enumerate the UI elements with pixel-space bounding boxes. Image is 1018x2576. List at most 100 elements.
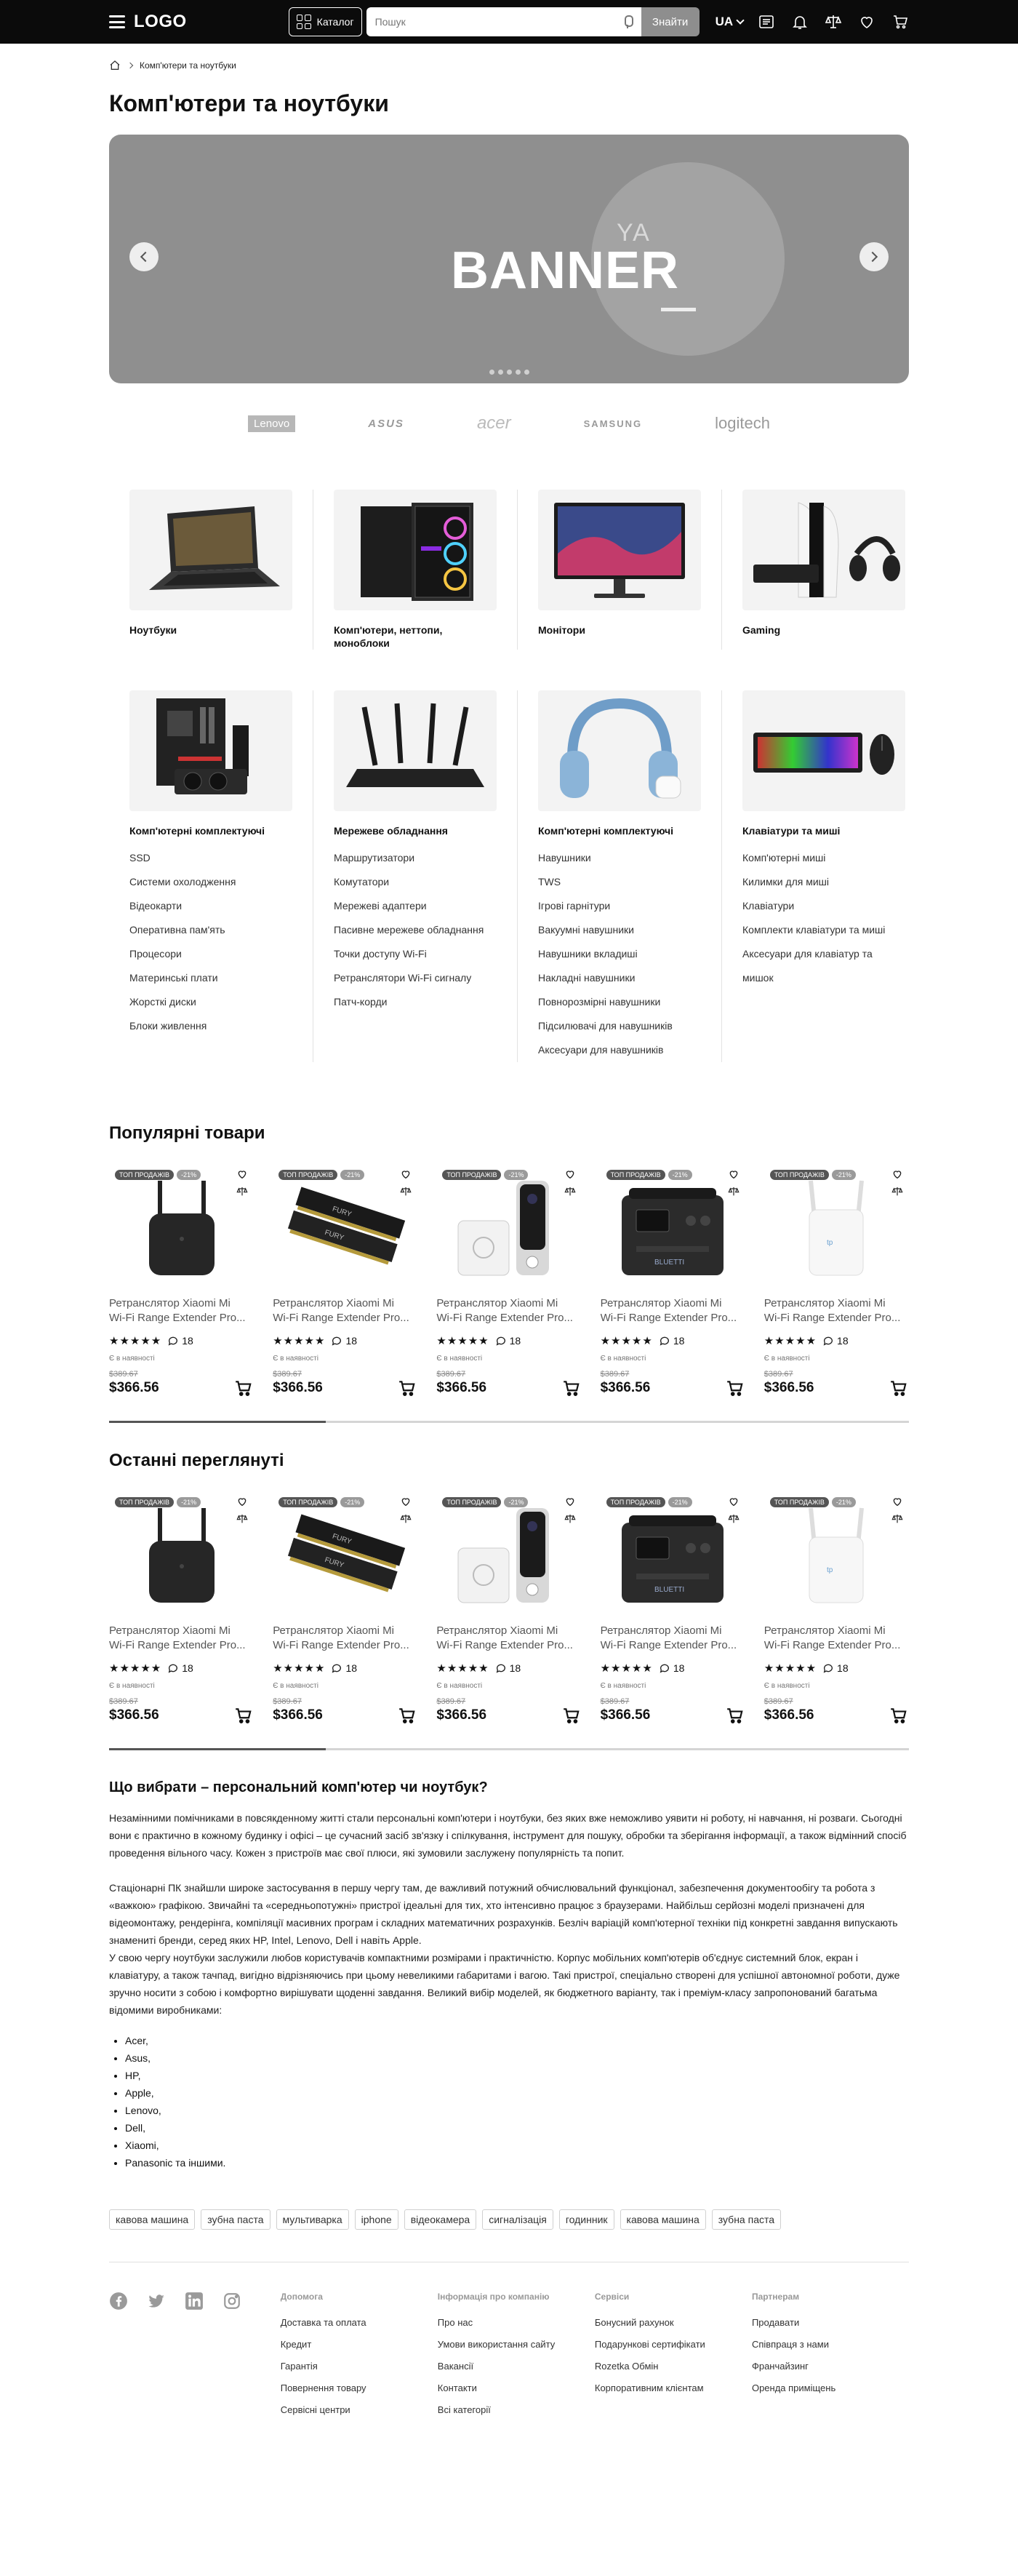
banner-dot[interactable] [506,370,512,375]
product-image[interactable]: FURY FURY [273,1167,417,1289]
add-to-cart-icon[interactable] [889,1706,909,1725]
microphone-icon[interactable] [622,15,633,29]
brand-asus[interactable]: ASUS [368,418,404,430]
brand-acer[interactable]: acer [477,413,511,434]
subcategory-link[interactable]: Вакуумні навушники [538,918,701,942]
add-to-cart-icon[interactable] [561,1706,582,1725]
brand-logitech[interactable]: logitech [715,414,770,433]
carousel-scrollbar[interactable] [109,1748,909,1750]
heart-icon[interactable] [728,1496,740,1507]
product-name[interactable]: Ретранслятор Xiaomi Mi Wi-Fi Range Exten… [436,1624,581,1653]
logo[interactable]: LOGO [134,12,187,32]
scales-icon[interactable] [728,1513,740,1525]
subcategory-link[interactable]: Пасивне мережеве обладнання [334,918,497,942]
tag-chip[interactable]: кавова машина [109,2209,196,2230]
brand-lenovo[interactable]: Lenovo [248,415,296,432]
scales-icon[interactable] [400,1513,412,1525]
banner-next-button[interactable] [859,242,889,271]
subcategory-link[interactable]: Комутатори [334,870,497,894]
footer-link[interactable]: Франчайзинг [752,2356,909,2377]
product-card[interactable]: ТОП ПРОДАЖІВ -21% BLUETTI Ретранслятор X… [601,1494,745,1725]
scales-icon[interactable] [564,1186,576,1197]
subcategory-link[interactable]: SSD [129,846,292,870]
add-to-cart-icon[interactable] [397,1379,417,1397]
scales-icon[interactable] [400,1186,412,1197]
footer-link[interactable]: Rozetka Обмін [595,2356,752,2377]
review-count[interactable]: 18 [331,1662,357,1674]
promo-banner[interactable]: YA BANNER [109,135,909,383]
footer-link[interactable]: Бонусний рахунок [595,2312,752,2334]
footer-link[interactable]: Доставка та оплата [281,2312,438,2334]
product-name[interactable]: Ретранслятор Xiaomi Mi Wi-Fi Range Exten… [436,1296,581,1325]
subcategory-link[interactable]: Ретранслятори Wi-Fi сигналу [334,966,497,990]
bell-icon[interactable] [791,13,809,31]
heart-icon[interactable] [891,1496,903,1507]
menu-icon[interactable] [109,15,125,28]
footer-link[interactable]: Сервісні центри [281,2399,438,2421]
product-name[interactable]: Ретранслятор Xiaomi Mi Wi-Fi Range Exten… [109,1296,254,1325]
subcategory-link[interactable]: Аксесуари для клавіатур та мишок [742,942,905,990]
heart-icon[interactable] [564,1168,576,1180]
product-image[interactable] [109,1494,254,1616]
heart-icon[interactable] [858,13,875,31]
subcategory-link[interactable]: Комп'ютерні миші [742,846,905,870]
banner-dot[interactable] [497,370,503,375]
product-image[interactable]: BLUETTI [601,1494,745,1616]
scales-icon[interactable] [891,1513,903,1525]
twitter-icon[interactable] [147,2292,166,2310]
subcategory-link[interactable]: Маршрутизатори [334,846,497,870]
category-card[interactable]: Клавіатури та миші Комп'ютерні миші Кили… [721,690,926,1062]
subcategory-link[interactable]: Відеокарти [129,894,292,918]
product-image[interactable] [109,1167,254,1289]
scales-icon[interactable] [236,1186,248,1197]
product-image[interactable]: tp [764,1167,909,1289]
add-to-cart-icon[interactable] [725,1706,745,1725]
banner-dot[interactable] [489,370,494,375]
footer-link[interactable]: Продавати [752,2312,909,2334]
category-card[interactable]: Мережеве обладнання Маршрутизатори Комут… [313,690,517,1062]
carousel-scrollbar[interactable] [109,1421,909,1423]
scales-icon[interactable] [236,1513,248,1525]
product-name[interactable]: Ретранслятор Xiaomi Mi Wi-Fi Range Exten… [273,1624,417,1653]
scales-icon[interactable] [564,1513,576,1525]
banner-dot[interactable] [524,370,529,375]
brand-samsung[interactable]: SAMSUNG [584,418,642,429]
subcategory-link[interactable]: Точки доступу Wi-Fi [334,942,497,966]
linkedin-icon[interactable] [185,2292,204,2310]
heart-icon[interactable] [891,1168,903,1180]
footer-link[interactable]: Всі категорії [438,2399,595,2421]
cart-icon[interactable] [891,13,909,31]
subcategory-link[interactable]: Аксесуари для навушників [538,1038,701,1062]
heart-icon[interactable] [236,1496,248,1507]
review-count[interactable]: 18 [167,1662,193,1674]
product-name[interactable]: Ретранслятор Xiaomi Mi Wi-Fi Range Exten… [601,1296,745,1325]
product-image[interactable]: tp [764,1494,909,1616]
footer-link[interactable]: Умови використання сайту [438,2334,595,2356]
language-selector[interactable]: UA [716,15,745,29]
subcategory-link[interactable]: Материнські плати [129,966,292,990]
product-name[interactable]: Ретранслятор Xiaomi Mi Wi-Fi Range Exten… [764,1624,909,1653]
tag-chip[interactable]: відеокамера [404,2209,477,2230]
product-card[interactable]: ТОП ПРОДАЖІВ -21% FURY FURY Ретранслятор … [273,1167,417,1397]
subcategory-link[interactable]: Навушники вкладиші [538,942,701,966]
catalog-button[interactable]: Каталог [288,7,362,36]
subcategory-link[interactable]: Блоки живлення [129,1014,292,1038]
category-card[interactable]: Ноутбуки [109,490,313,650]
footer-link[interactable]: Повернення товару [281,2377,438,2399]
tag-chip[interactable]: кавова машина [620,2209,706,2230]
footer-link[interactable]: Корпоративним клієнтам [595,2377,752,2399]
category-card[interactable]: Gaming [721,490,926,650]
product-name[interactable]: Ретранслятор Xiaomi Mi Wi-Fi Range Exten… [109,1624,254,1653]
search-button[interactable]: Знайти [641,7,700,36]
product-image[interactable]: FURY FURY [273,1494,417,1616]
category-card[interactable]: Комп'ютерні комплектуючі SSD Системи охо… [109,690,313,1062]
footer-link[interactable]: Про нас [438,2312,595,2334]
review-count[interactable]: 18 [167,1335,193,1347]
subcategory-link[interactable]: Ігрові гарнітури [538,894,701,918]
product-name[interactable]: Ретранслятор Xiaomi Mi Wi-Fi Range Exten… [764,1296,909,1325]
heart-icon[interactable] [400,1496,412,1507]
facebook-icon[interactable] [109,2292,128,2310]
heart-icon[interactable] [400,1168,412,1180]
category-card[interactable]: Комп'ютерні комплектуючі Навушники TWS І… [517,690,721,1062]
subcategory-link[interactable]: Оперативна пам'ять [129,918,292,942]
